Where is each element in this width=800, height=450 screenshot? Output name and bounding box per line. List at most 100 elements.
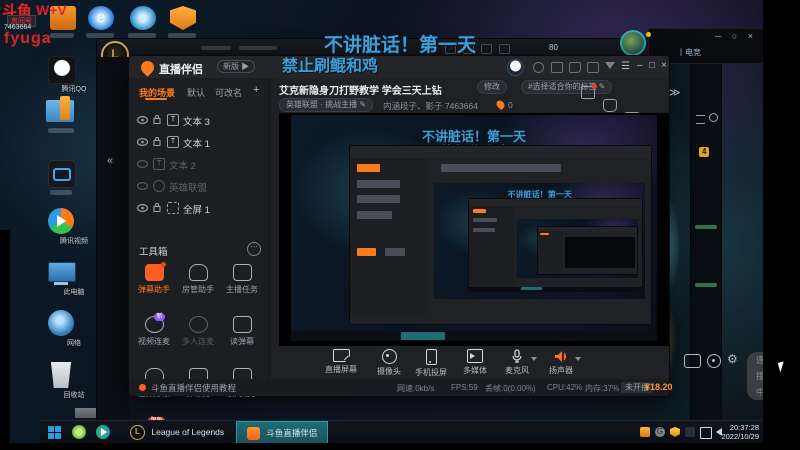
tencent-video-icon[interactable] — [48, 208, 74, 234]
edit-title-button[interactable]: 修改 — [477, 80, 507, 94]
mic-dropdown-caret[interactable] — [531, 357, 537, 361]
fps-stat: FPS:59 — [451, 383, 478, 392]
scene-row[interactable]: 全屏 1 — [137, 198, 265, 218]
stream-title: 艾克新隐身刀打野教学 学会三天上钻 — [279, 86, 442, 97]
collapse-chevron-icon[interactable]: « — [107, 155, 113, 167]
game-source-icon — [153, 180, 165, 192]
mirror-overlay-line1: 不讲脏话！第一天 — [421, 128, 526, 144]
tab-renamable[interactable]: 可改名 — [215, 86, 242, 99]
speaker-icon — [555, 351, 566, 362]
computer-icon[interactable] — [48, 262, 76, 282]
letterbox-left — [0, 230, 10, 443]
toolbar-media[interactable]: 多媒体 — [453, 349, 497, 376]
record-icon[interactable] — [684, 354, 701, 368]
network-icon[interactable] — [48, 310, 74, 336]
mirror-level-2: 不讲脏话！第一天禁止刷鲲和鸡 — [434, 183, 645, 300]
app-sidebar: 我的场景 默认 可改名 + T 文本 3 T 文本 1 T 文本 2 英雄联盟 … — [129, 78, 270, 437]
add-scene-button[interactable]: + — [253, 84, 259, 96]
letterbox-bottom — [0, 443, 800, 450]
microphone-icon — [512, 349, 522, 363]
douyu-companion-window: 直播伴侣 新版 ▶ ☰ – □ × 我的场景 默认 可改名 + T 文本 3 T… — [128, 55, 787, 437]
taskbar-item-lol[interactable]: L League of Legends — [122, 421, 232, 444]
mirror-level-3 — [517, 218, 639, 279]
speaker-dropdown-caret[interactable] — [575, 357, 581, 361]
taskbar-security-icon[interactable] — [72, 425, 86, 439]
text-source-icon: T — [167, 114, 179, 126]
heat-flame-icon — [494, 98, 507, 111]
tool-multi-link[interactable]: 多人连麦 — [177, 316, 219, 347]
toolbar-phone-cast[interactable]: 手机投屏 — [409, 349, 453, 378]
start-button[interactable] — [48, 426, 61, 439]
gift-icon[interactable] — [581, 84, 597, 99]
scene-row[interactable]: 英雄联盟 — [137, 176, 265, 196]
mirror-taskbar — [290, 331, 658, 342]
windows-taskbar: L League of Legends 斗鱼直播伴侣 G 20:37:28 20… — [40, 420, 763, 446]
tool-read-danmaku[interactable]: 读弹幕 — [221, 316, 263, 347]
tray-shield-icon[interactable] — [670, 427, 680, 437]
toolbox-more-icon[interactable]: ⋯ — [247, 242, 261, 256]
cpu-stat: CPU:42% — [547, 383, 583, 392]
record-target-icon[interactable] — [707, 354, 721, 368]
tool-danmaku-assistant[interactable]: 弹幕助手 — [133, 262, 175, 295]
heat-value: 0 — [508, 100, 513, 110]
tab-default[interactable]: 默认 — [187, 86, 205, 99]
tab-underline — [145, 98, 167, 100]
app-statusbar: 斗鱼直播伴侣使用教程 网速:0kb/s FPS:59 丢帧:0(0.00%) C… — [129, 379, 673, 396]
recycle-bin-icon[interactable] — [50, 362, 72, 388]
toolbar-microphone[interactable]: 麦克风 — [495, 349, 539, 376]
browser-globe-icon[interactable] — [130, 6, 156, 30]
net-speed-stat: 网速:0kb/s — [397, 384, 435, 393]
dark-app-icon[interactable] — [48, 160, 76, 188]
tool-streamer-tasks[interactable]: 主播任务 — [221, 264, 263, 295]
tray-g-icon[interactable]: G — [655, 427, 665, 437]
clock-date: 2022/10/29 — [721, 432, 759, 441]
qq-icon-label: 腾讯QQ — [61, 86, 87, 93]
search-icon[interactable] — [709, 113, 718, 122]
tray-app-icon[interactable] — [685, 427, 695, 437]
webcam-icon — [381, 349, 397, 364]
toolbar-speaker[interactable]: 扬声器 — [539, 349, 583, 376]
scene-label[interactable]: 全屏 1 — [183, 202, 210, 216]
scene-row[interactable]: T 文本 2 — [137, 154, 265, 174]
folder-badge — [60, 96, 70, 120]
tool-video-link[interactable]: 新 视频连麦 — [133, 313, 175, 347]
scene-row[interactable]: T 文本 1 — [137, 132, 265, 152]
share-icon[interactable]: ≪ — [669, 86, 681, 99]
live-preview-canvas[interactable]: 不讲脏话！第一天禁止刷鲲和鸡 不讲脏话！第一天禁止刷鲲和鸡 — [279, 113, 669, 346]
tray-douyu-icon[interactable] — [640, 427, 650, 437]
tool-moderator-assistant[interactable]: 房管助手 — [177, 264, 219, 295]
scene-label[interactable]: 文本 3 — [183, 114, 210, 128]
security-shield-icon[interactable] — [170, 6, 196, 30]
list-icon[interactable] — [696, 115, 705, 124]
scene-row[interactable]: T 文本 3 — [137, 110, 265, 130]
toolbar-webcam[interactable]: 摄像头 — [367, 349, 411, 377]
earnings-value: ¥18.20 — [645, 382, 673, 392]
scene-label[interactable]: 英雄联盟 — [169, 180, 207, 194]
scene-label[interactable]: 文本 2 — [169, 158, 196, 172]
toolbar-live-screen[interactable]: 直播屏幕 — [319, 349, 363, 375]
tutorial-link[interactable]: 斗鱼直播伴侣使用教程 — [151, 382, 236, 394]
mirror-level-1: 不讲脏话！第一天禁止刷鲲和鸡 不讲脏话！第一天禁止刷鲲和鸡 — [290, 115, 664, 342]
friend-status-text — [695, 225, 717, 229]
screen: e 腾讯QQ 腾讯视频 此电脑 网络 回收站 斗鱼 W+V 房间号 746366… — [0, 0, 800, 450]
scene-label[interactable]: 文本 1 — [183, 136, 210, 150]
ie-browser-icon[interactable]: e — [88, 6, 114, 30]
lock-icon[interactable] — [603, 99, 617, 112]
phone-cast-icon — [425, 349, 437, 365]
toolbox-title: 工具箱 — [139, 247, 168, 258]
taskbar-player-icon[interactable] — [96, 425, 110, 439]
text-source-icon: T — [153, 158, 165, 170]
category-chip[interactable]: 英雄联盟 · 挑战主播 ✎ — [279, 98, 374, 112]
channel-meta: 内涵段子、影子 7463664 — [383, 101, 478, 111]
clock-time: 20:37:28 — [729, 423, 759, 432]
computer-icon-label: 此电脑 — [63, 289, 85, 296]
settings-gear-icon[interactable]: ⚙ — [727, 352, 738, 366]
lol-task-icon: L — [130, 425, 145, 441]
tag-select-button[interactable]: #选择适合你的标签 ✎ — [521, 80, 613, 94]
taskbar-clock[interactable]: 20:37:28 2022/10/29 — [721, 423, 759, 441]
tray-display-icon[interactable] — [700, 427, 712, 439]
dropframe-stat: 丢帧:0(0.00%) — [485, 384, 536, 393]
app-toolbar: 直播屏幕 摄像头 手机投屏 多媒体 麦克风 扬声器 ⚙ 连接中 — [279, 346, 787, 400]
mirror-app-window: 不讲脏话！第一天禁止刷鲲和鸡 — [349, 144, 652, 326]
friend-status-text — [695, 283, 717, 287]
